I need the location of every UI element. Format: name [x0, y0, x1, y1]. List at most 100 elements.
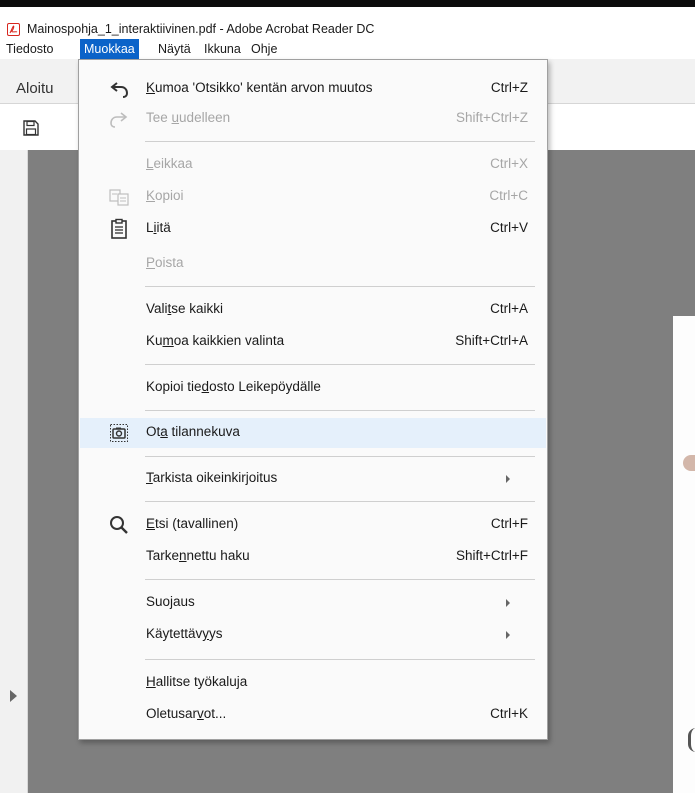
label-part: se kaikki [171, 301, 224, 316]
camera-icon [110, 424, 128, 442]
menu-item-accessibility[interactable]: Käytettävyys [80, 620, 546, 650]
menu-item-copy[interactable]: Kopioi Ctrl+C [80, 182, 546, 212]
menu-item-select-all[interactable]: Valitse kaikki Ctrl+A [80, 295, 546, 325]
mnemonic: m [162, 333, 174, 348]
shortcut: Shift+Ctrl+F [455, 548, 528, 563]
shortcut: Ctrl+F [490, 516, 528, 531]
shortcut: Ctrl+K [490, 706, 528, 721]
menu-item-deselect-all[interactable]: Kumoa kaikkien valinta Shift+Ctrl+A [80, 327, 546, 357]
menu-item-find[interactable]: Etsi (tavallinen) Ctrl+F [80, 510, 546, 540]
mnemonic: a [160, 424, 168, 439]
label-part: Tarke [146, 548, 180, 563]
shortcut: Ctrl+X [490, 156, 528, 171]
label-part: ot... [203, 706, 227, 721]
menu-separator [145, 286, 535, 287]
label-part: Ot [146, 424, 161, 439]
expand-panel-arrow-icon[interactable] [10, 690, 17, 702]
label-part: Tee [146, 110, 172, 125]
menu-separator [145, 456, 535, 457]
redo-icon [110, 112, 128, 128]
label-part: oa kaikkien valinta [173, 333, 285, 348]
submenu-arrow-icon [506, 475, 510, 483]
label-part: ys [209, 626, 223, 641]
label-part: osto Leikepöydälle [209, 379, 321, 394]
edit-menu-dropdown: Kumoa 'Otsikko' kentän arvon muutos Ctrl… [78, 59, 548, 740]
menu-separator [145, 364, 535, 365]
menu-item-manage-tools[interactable]: Hallitse työkaluja [80, 668, 546, 698]
submenu-arrow-icon [506, 599, 510, 607]
mnemonic: n [179, 548, 187, 563]
label-part: eikkaa [153, 156, 193, 171]
label-part: Oletusar [146, 706, 198, 721]
mnemonic: d [201, 379, 210, 394]
menu-item-undo[interactable]: Kumoa 'Otsikko' kentän arvon muutos Ctrl… [80, 74, 546, 104]
menu-ohje[interactable]: Ohje [247, 41, 281, 59]
menu-muokkaa[interactable]: Muokkaa [80, 39, 139, 59]
page-graphic-fragment [688, 728, 695, 752]
label-part: itä [156, 220, 171, 235]
label-part: Kopioi tie [146, 379, 202, 394]
copy-icon [109, 189, 129, 206]
menu-item-paste[interactable]: Liitä Ctrl+V [80, 214, 546, 244]
label-part: opioi [155, 188, 184, 203]
mnemonic: K [146, 80, 156, 95]
label-part: tilannekuva [167, 424, 240, 439]
menu-item-copy-file[interactable]: Kopioi tiedosto Leikepöydälle [80, 373, 546, 403]
menu-item-snapshot[interactable]: Ota tilannekuva [80, 418, 546, 448]
menu-nayta[interactable]: Näytä [154, 41, 195, 59]
shortcut: Ctrl+A [490, 301, 528, 316]
page-image-fragment [683, 455, 695, 471]
menu-item-advanced-search[interactable]: Tarkennettu haku Shift+Ctrl+F [80, 542, 546, 572]
menu-ikkuna[interactable]: Ikkuna [200, 41, 245, 59]
label-part: oista [155, 255, 184, 270]
menu-item-protection[interactable]: Suojaus [80, 588, 546, 618]
label-part: umoa 'Otsikko' kentän arvon muutos [155, 80, 373, 95]
shortcut: Shift+Ctrl+Z [455, 110, 528, 125]
mnemonic: L [146, 156, 154, 171]
mnemonic: v [197, 706, 204, 721]
menu-item-redo[interactable]: Tee uudelleen Shift+Ctrl+Z [80, 104, 546, 134]
menu-bar: Tiedosto Muokkaa Näytä Ikkuna Ohje [0, 37, 695, 59]
menu-separator [145, 579, 535, 580]
menu-item-spellcheck[interactable]: Tarkista oikeinkirjoitus [80, 464, 546, 494]
menu-tiedosto[interactable]: Tiedosto [2, 41, 57, 59]
tab-home[interactable]: Aloitu [16, 80, 54, 97]
label-part: allitse työkaluja [155, 674, 248, 689]
window-top-edge [0, 0, 695, 7]
label-part: arkista oikeinkirjoitus [152, 470, 278, 485]
shortcut: Ctrl+Z [490, 80, 528, 95]
menu-separator [145, 659, 535, 660]
acrobat-pdf-icon [7, 23, 20, 36]
menu-separator [145, 410, 535, 411]
save-icon[interactable] [22, 119, 40, 137]
submenu-arrow-icon [506, 631, 510, 639]
search-icon [110, 516, 128, 534]
label-part: Käytettäv [146, 626, 203, 641]
label-part: L [146, 220, 154, 235]
label-part: Suo [146, 594, 171, 609]
label-part: Vali [146, 301, 168, 316]
mnemonic: K [146, 188, 156, 203]
mnemonic: u [171, 110, 180, 125]
label-part: Ku [146, 333, 163, 348]
window-title: Mainospohja_1_interaktiivinen.pdf - Adob… [27, 22, 375, 36]
mnemonic: E [146, 516, 156, 531]
label-part: aus [173, 594, 195, 609]
shortcut: Ctrl+V [490, 220, 528, 235]
label-part: nettu haku [186, 548, 250, 563]
mnemonic: T [146, 470, 153, 485]
label-part: udelleen [179, 110, 231, 125]
clipboard-icon [111, 218, 127, 239]
shortcut: Shift+Ctrl+A [455, 333, 528, 348]
menu-item-delete[interactable]: Poista [80, 249, 546, 279]
mnemonic: H [146, 674, 156, 689]
pdf-page [673, 316, 695, 793]
menu-item-preferences[interactable]: Oletusarvot... Ctrl+K [80, 700, 546, 730]
mnemonic: P [146, 255, 156, 270]
shortcut: Ctrl+C [489, 188, 528, 203]
menu-item-cut[interactable]: Leikkaa Ctrl+X [80, 150, 546, 180]
undo-icon [110, 82, 129, 98]
title-bar: Mainospohja_1_interaktiivinen.pdf - Adob… [0, 7, 695, 37]
menu-separator [145, 501, 535, 502]
menu-separator [145, 141, 535, 142]
